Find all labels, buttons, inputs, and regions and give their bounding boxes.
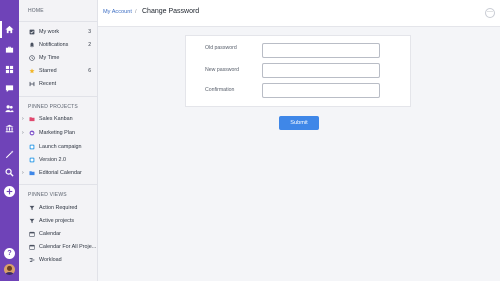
sidebar-item-recent[interactable]: Recent xyxy=(19,78,98,90)
search-icon[interactable] xyxy=(4,167,15,178)
sidebar-item-editorial-calendar[interactable]: › Editorial Calendar xyxy=(19,167,98,179)
chevron-right-icon[interactable]: › xyxy=(22,130,26,136)
people-icon[interactable] xyxy=(4,103,15,114)
star-icon xyxy=(28,68,35,75)
confirmation-label: Confirmation xyxy=(205,87,235,93)
help-icon[interactable]: ? xyxy=(4,248,15,259)
count-badge: 2 xyxy=(88,42,91,48)
clock-icon xyxy=(28,55,35,62)
breadcrumb-separator: / xyxy=(135,9,137,15)
new-password-field[interactable] xyxy=(262,63,380,78)
pinned-projects-title: PINNED PROJECTS xyxy=(28,104,78,110)
folder-icon xyxy=(28,116,35,123)
check-square-icon xyxy=(28,29,35,36)
sidebar-item-version-2[interactable]: Version 2.0 xyxy=(19,154,98,166)
sidebar-panel: HOME My work 3 Notifications 2 My Time S… xyxy=(19,0,98,281)
pinned-views-title: PINNED VIEWS xyxy=(28,192,67,198)
sidebar-item-active-projects[interactable]: Active projects xyxy=(19,215,98,227)
chat-icon[interactable] xyxy=(4,83,15,94)
history-icon xyxy=(28,81,35,88)
calendar-icon xyxy=(28,244,35,251)
briefcase-icon[interactable] xyxy=(4,44,15,55)
sidebar-item-label: Marketing Plan xyxy=(39,130,75,136)
filter-icon xyxy=(28,218,35,225)
bell-icon xyxy=(28,42,35,49)
calendar-icon xyxy=(28,231,35,238)
more-options-icon[interactable]: ··· xyxy=(485,8,495,18)
add-icon[interactable] xyxy=(4,186,15,197)
filter-icon xyxy=(28,205,35,212)
sidebar-item-launch-campaign[interactable]: Launch campaign xyxy=(19,141,98,153)
chevron-right-icon[interactable]: › xyxy=(22,116,26,122)
sidebar-item-label: Editorial Calendar xyxy=(39,170,82,176)
magic-wand-icon[interactable] xyxy=(4,149,15,160)
sidebar-item-starred[interactable]: Starred 6 xyxy=(19,65,98,77)
project-icon xyxy=(28,157,35,164)
app-rail: ? xyxy=(0,0,19,281)
chevron-right-icon[interactable]: › xyxy=(22,170,26,176)
sidebar-item-label: Calendar xyxy=(39,231,61,237)
sidebar-item-label: Active projects xyxy=(39,218,75,224)
sidebar-item-calendar[interactable]: Calendar xyxy=(19,228,98,240)
sidebar-item-label: Recent xyxy=(39,81,57,87)
breadcrumb-my-account[interactable]: My Account xyxy=(103,9,132,15)
page-title: Change Password xyxy=(142,8,200,15)
sidebar-item-label: Sales Kanban xyxy=(39,116,73,122)
sidebar-item-label: Workload xyxy=(39,257,62,263)
submit-button[interactable]: Submit xyxy=(279,116,319,130)
count-badge: 6 xyxy=(88,68,91,74)
old-password-label: Old password xyxy=(205,45,237,51)
sidebar-item-action-required[interactable]: Action Required xyxy=(19,202,98,214)
user-avatar[interactable] xyxy=(4,264,15,275)
grid-icon[interactable] xyxy=(4,64,15,75)
sidebar-item-label: Version 2.0 xyxy=(39,157,66,163)
sidebar-item-my-work[interactable]: My work 3 xyxy=(19,26,98,38)
sidebar-item-label: My Time xyxy=(39,55,60,61)
count-badge: 3 xyxy=(88,29,91,35)
sidebar-item-marketing-plan[interactable]: › Marketing Plan xyxy=(19,127,98,139)
divider xyxy=(19,184,98,185)
sidebar-item-my-time[interactable]: My Time xyxy=(19,52,98,64)
home-icon[interactable] xyxy=(0,21,15,38)
home-section-title: HOME xyxy=(28,8,44,14)
divider xyxy=(19,21,98,22)
sidebar-item-label: Launch campaign xyxy=(39,144,82,150)
confirmation-field[interactable] xyxy=(262,83,380,98)
top-header: My Account / Change Password ··· xyxy=(98,0,500,27)
sidebar-item-label: Calendar For All Proje... xyxy=(39,244,97,250)
workload-icon xyxy=(28,257,35,264)
project-icon xyxy=(28,144,35,151)
sidebar-item-label: Starred xyxy=(39,68,57,74)
change-password-card: Old password New password Confirmation xyxy=(185,35,411,107)
folder-icon xyxy=(28,170,35,177)
sidebar-item-workload[interactable]: Workload xyxy=(19,254,98,266)
sidebar-item-notifications[interactable]: Notifications 2 xyxy=(19,39,98,51)
folder-icon xyxy=(28,130,35,137)
bank-icon[interactable] xyxy=(4,123,15,134)
sidebar-item-calendar-all-projects[interactable]: Calendar For All Proje... xyxy=(19,241,98,253)
new-password-label: New password xyxy=(205,67,240,73)
sidebar-item-sales-kanban[interactable]: › Sales Kanban xyxy=(19,113,98,125)
sidebar-item-label: My work xyxy=(39,29,60,35)
old-password-field[interactable] xyxy=(262,43,380,58)
sidebar-item-label: Action Required xyxy=(39,205,78,211)
sidebar-item-label: Notifications xyxy=(39,42,69,48)
divider xyxy=(19,96,98,97)
